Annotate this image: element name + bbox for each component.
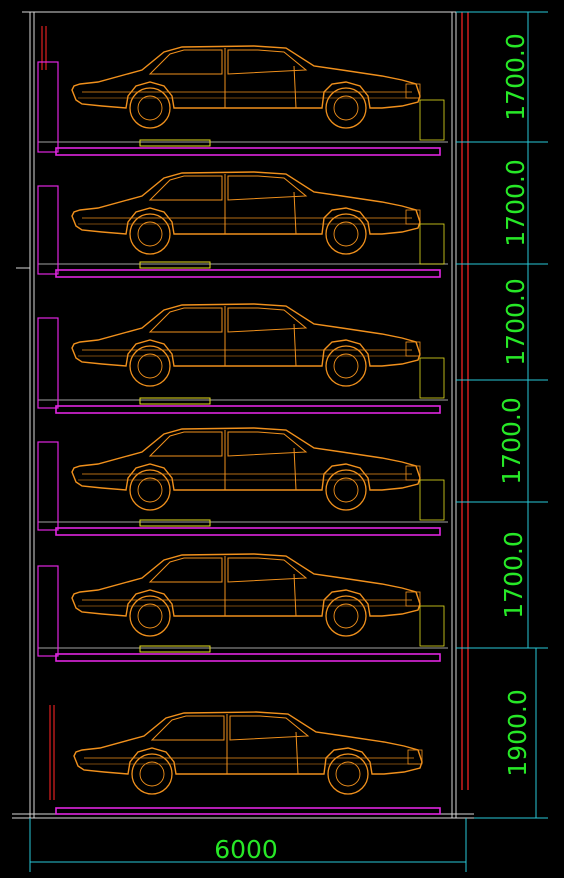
dim-level-1: 1700.0 [501, 33, 530, 120]
dim-level-ground: 1900.0 [503, 689, 532, 776]
pallet-2 [55, 269, 441, 278]
dim-level-4: 1700.0 [497, 397, 526, 484]
pallet-5 [55, 653, 441, 662]
level-3 [37, 303, 448, 414]
dim-total-width: 6000 [214, 835, 278, 864]
dim-level-5: 1700.0 [499, 531, 528, 618]
structure-frame [12, 11, 474, 819]
level-4 [37, 427, 448, 536]
level-1 [37, 45, 448, 156]
pallet-1 [55, 147, 441, 156]
dimension-labels: 1700.0 1700.0 1700.0 1700.0 1700.0 1900.… [497, 33, 532, 776]
level-5 [37, 553, 448, 662]
dim-level-2: 1700.0 [501, 159, 530, 246]
level-2 [37, 171, 448, 278]
pallet-ground [55, 807, 441, 815]
parking-lift-drawing: 1700.0 1700.0 1700.0 1700.0 1700.0 1900.… [12, 11, 548, 872]
pallet-4 [55, 527, 441, 536]
pallet-3 [55, 405, 441, 414]
right-rail [461, 12, 469, 790]
parking-levels [37, 45, 448, 815]
dim-level-3: 1700.0 [501, 278, 530, 365]
level-ground [55, 711, 441, 815]
